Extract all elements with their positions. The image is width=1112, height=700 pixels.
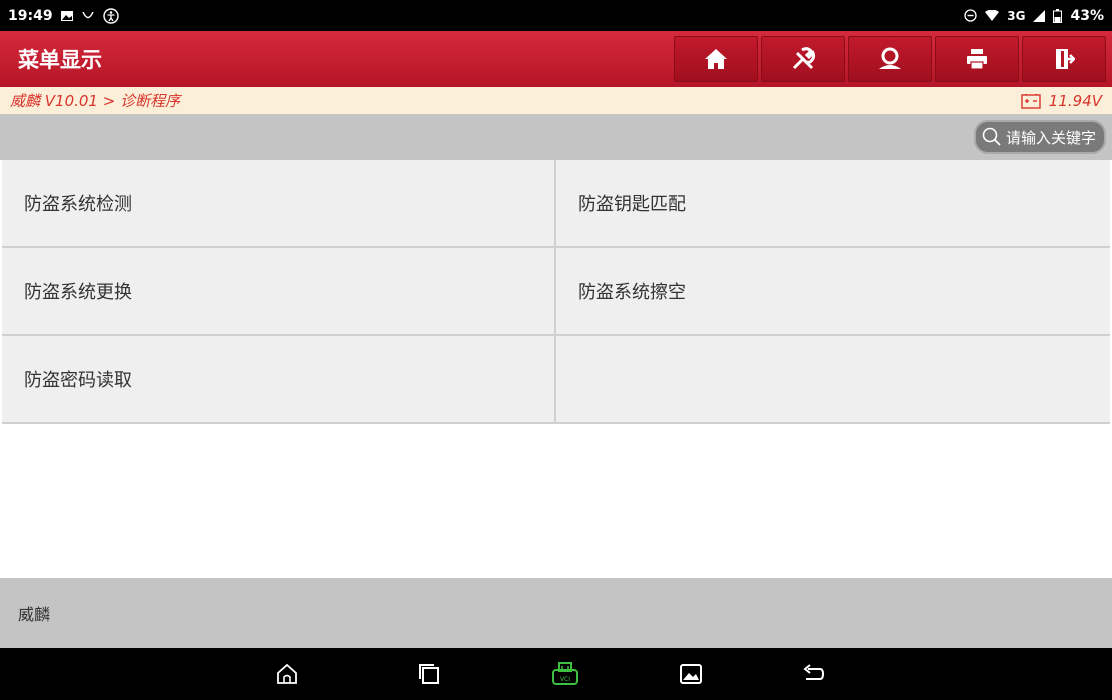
title-bar: 菜单显示 (0, 31, 1112, 87)
breadcrumb: 威麟 V10.01 > 诊断程序 11.94V (0, 87, 1112, 114)
page-title: 菜单显示 (18, 48, 102, 72)
home-icon (705, 49, 727, 69)
print-button[interactable] (935, 36, 1019, 82)
status-bar: 19:49 3G 43% (0, 0, 1112, 31)
user-button[interactable] (848, 36, 932, 82)
menu-grid: 防盗系统检测 防盗钥匙匹配 防盗系统更换 防盗系统擦空 防盗密码读取 (2, 160, 1110, 422)
menu-item[interactable]: 防盗密码读取 (2, 336, 554, 422)
breadcrumb-path: 威麟 V10.01 > 诊断程序 (10, 92, 181, 110)
usb-debug-icon (81, 9, 95, 23)
menu-item-label: 防盗钥匙匹配 (578, 194, 686, 215)
network-type: 3G (1007, 8, 1026, 23)
exit-button[interactable] (1022, 36, 1106, 82)
wifi-icon (985, 9, 1000, 22)
menu-item-label: 防盗密码读取 (24, 370, 132, 391)
status-time: 19:49 (8, 7, 53, 24)
accessibility-icon (102, 7, 119, 24)
back-icon (803, 664, 824, 680)
image-icon (680, 664, 702, 684)
navigation-bar: VCI (0, 648, 1112, 700)
menu-item-label: 防盗系统检测 (24, 194, 132, 215)
battery-voltage-icon (1021, 93, 1041, 109)
menu-item[interactable]: 防盗系统更换 (2, 248, 554, 334)
user-icon (879, 47, 901, 69)
footer: 威麟 (0, 578, 1112, 648)
voltage-value: 11.94V (1048, 91, 1102, 110)
signal-icon (1033, 9, 1046, 22)
menu-item[interactable]: 防盗系统检测 (2, 160, 554, 246)
search-placeholder: 请输入关键字 (1005, 128, 1096, 147)
search-bar: 请输入关键字 (0, 114, 1112, 160)
recent-apps-icon (419, 664, 439, 684)
dnd-icon (964, 9, 977, 22)
nav-home-button[interactable] (270, 658, 304, 690)
diagnose-button[interactable] (761, 36, 845, 82)
nav-screenshot-button[interactable] (674, 658, 708, 690)
grid-divider (2, 422, 1110, 424)
nav-vci-button[interactable]: VCI (548, 658, 582, 690)
svg-text:VCI: VCI (560, 676, 570, 683)
image-notification-icon (60, 10, 73, 22)
search-icon (982, 127, 1001, 146)
exit-icon (1056, 49, 1075, 69)
menu-item[interactable]: 防盗系统擦空 (556, 248, 1110, 334)
vci-icon: VCI (552, 662, 578, 685)
search-button[interactable]: 请输入关键字 (973, 120, 1106, 154)
home-outline-icon (277, 663, 297, 684)
battery-icon (1053, 8, 1063, 23)
wrench-icon (792, 47, 816, 70)
nav-back-button[interactable] (796, 658, 830, 690)
menu-item-label: 防盗系统擦空 (578, 282, 686, 303)
menu-item-label: 防盗系统更换 (24, 282, 132, 303)
battery-level: 43% (1070, 7, 1104, 24)
menu-item-empty (556, 336, 1110, 422)
home-button[interactable] (674, 36, 758, 82)
footer-text: 威麟 (18, 605, 51, 624)
menu-item[interactable]: 防盗钥匙匹配 (556, 160, 1110, 246)
nav-recent-button[interactable] (412, 658, 446, 690)
voltage-indicator: 11.94V (1021, 92, 1102, 110)
printer-icon (967, 49, 987, 70)
